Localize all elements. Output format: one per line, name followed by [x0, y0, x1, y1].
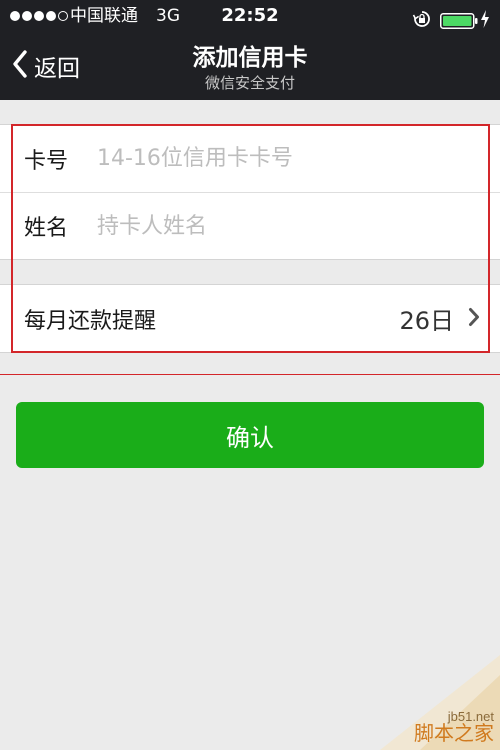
repayment-reminder-row[interactable]: 每月还款提醒 26日 — [0, 285, 500, 352]
status-bar: 中国联通 3G 22:52 — [0, 0, 500, 32]
card-number-input[interactable] — [97, 125, 500, 192]
page-title: 添加信用卡 — [192, 45, 308, 71]
confirm-button[interactable]: 确认 — [16, 402, 484, 468]
cardholder-name-input[interactable] — [97, 193, 500, 259]
navigation-bar: 返回 添加信用卡 微信安全支付 — [0, 32, 500, 100]
card-number-row: 卡号 — [0, 125, 500, 192]
annotation-line — [0, 374, 500, 375]
cardholder-name-row: 姓名 — [0, 192, 500, 259]
repayment-reminder-label: 每月还款提醒 — [24, 308, 157, 334]
card-info-group: 卡号 姓名 — [0, 124, 500, 260]
cardholder-name-label: 姓名 — [24, 216, 69, 241]
watermark-name: 脚本之家 — [414, 723, 494, 745]
chevron-right-icon — [468, 307, 480, 331]
reminder-group: 每月还款提醒 26日 — [0, 284, 500, 353]
card-number-label: 卡号 — [24, 148, 69, 174]
watermark: jb51.net 脚本之家 — [360, 655, 500, 750]
page-subtitle: 微信安全支付 — [204, 74, 295, 92]
repayment-reminder-value: 26日 — [399, 307, 454, 335]
top-bar: 中国联通 3G 22:52 返回 添加信用卡 微信安全支付 — [0, 0, 500, 100]
